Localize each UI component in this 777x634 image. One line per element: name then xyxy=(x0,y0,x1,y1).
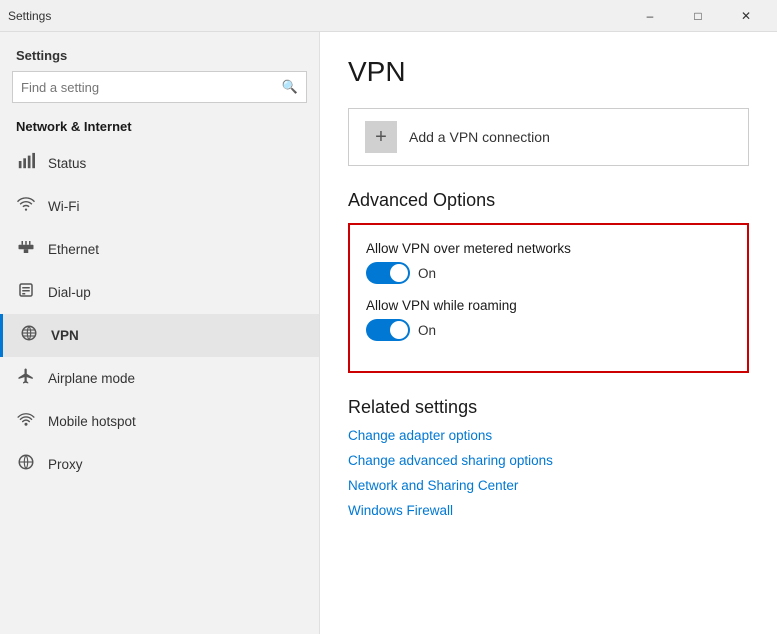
dialup-icon xyxy=(16,281,36,304)
search-box[interactable]: 🔍 xyxy=(12,71,307,103)
add-vpn-card[interactable]: + Add a VPN connection xyxy=(348,108,749,166)
advanced-options-box: Allow VPN over metered networks On Allow… xyxy=(348,223,749,373)
plus-icon: + xyxy=(365,121,397,153)
status-icon xyxy=(16,152,36,175)
plus-glyph: + xyxy=(375,126,387,149)
sidebar-item-dialup-label: Dial-up xyxy=(48,285,91,300)
hotspot-icon xyxy=(16,410,36,433)
sidebar-item-vpn[interactable]: VPN xyxy=(0,314,319,357)
airplane-icon xyxy=(16,367,36,390)
sidebar-item-hotspot[interactable]: Mobile hotspot xyxy=(0,400,319,443)
close-button[interactable]: ✕ xyxy=(723,0,769,32)
proxy-icon xyxy=(16,453,36,476)
sidebar-header: Settings xyxy=(0,32,319,71)
link-advanced-sharing[interactable]: Change advanced sharing options xyxy=(348,453,749,468)
toggle-state-metered: On xyxy=(418,266,436,281)
main-content: VPN + Add a VPN connection Advanced Opti… xyxy=(320,32,777,634)
sidebar-item-status-label: Status xyxy=(48,156,86,171)
sidebar-item-hotspot-label: Mobile hotspot xyxy=(48,414,136,429)
section-label: Network & Internet xyxy=(0,115,319,142)
add-vpn-label: Add a VPN connection xyxy=(409,129,550,145)
link-network-sharing-center[interactable]: Network and Sharing Center xyxy=(348,478,749,493)
toggle-state-roaming: On xyxy=(418,323,436,338)
toggle-label-roaming: Allow VPN while roaming xyxy=(366,298,731,313)
toggle-row-metered: Allow VPN over metered networks On xyxy=(366,241,731,284)
sidebar-item-wifi[interactable]: Wi-Fi xyxy=(0,185,319,228)
toggle-thumb-metered xyxy=(390,264,408,282)
wifi-icon xyxy=(16,195,36,218)
toggle-thumb-roaming xyxy=(390,321,408,339)
sidebar-item-airplane-label: Airplane mode xyxy=(48,371,135,386)
link-change-adapter[interactable]: Change adapter options xyxy=(348,428,749,443)
ethernet-icon xyxy=(16,238,36,261)
sidebar-item-ethernet[interactable]: Ethernet xyxy=(0,228,319,271)
vpn-icon xyxy=(19,324,39,347)
sidebar-item-wifi-label: Wi-Fi xyxy=(48,199,79,214)
sidebar: Settings 🔍 Network & Internet Status xyxy=(0,32,320,634)
advanced-options-title: Advanced Options xyxy=(348,190,749,211)
toggle-label-metered: Allow VPN over metered networks xyxy=(366,241,731,256)
title-bar: Settings – □ ✕ xyxy=(0,0,777,32)
maximize-button[interactable]: □ xyxy=(675,0,721,32)
sidebar-item-proxy[interactable]: Proxy xyxy=(0,443,319,486)
toggle-control-roaming: On xyxy=(366,319,731,341)
app-body: Settings 🔍 Network & Internet Status xyxy=(0,32,777,634)
sidebar-item-airplane[interactable]: Airplane mode xyxy=(0,357,319,400)
sidebar-item-dialup[interactable]: Dial-up xyxy=(0,271,319,314)
search-icon: 🔍 xyxy=(282,79,298,95)
related-settings-title: Related settings xyxy=(348,397,749,418)
toggle-row-roaming: Allow VPN while roaming On xyxy=(366,298,731,341)
toggle-metered[interactable] xyxy=(366,262,410,284)
app-title: Settings xyxy=(8,9,51,23)
search-input[interactable] xyxy=(21,80,282,95)
sidebar-item-ethernet-label: Ethernet xyxy=(48,242,99,257)
window-controls: – □ ✕ xyxy=(627,0,769,32)
sidebar-item-vpn-label: VPN xyxy=(51,328,79,343)
minimize-button[interactable]: – xyxy=(627,0,673,32)
toggle-control-metered: On xyxy=(366,262,731,284)
toggle-roaming[interactable] xyxy=(366,319,410,341)
link-windows-firewall[interactable]: Windows Firewall xyxy=(348,503,749,518)
page-title: VPN xyxy=(348,56,749,88)
sidebar-item-status[interactable]: Status xyxy=(0,142,319,185)
sidebar-item-proxy-label: Proxy xyxy=(48,457,83,472)
